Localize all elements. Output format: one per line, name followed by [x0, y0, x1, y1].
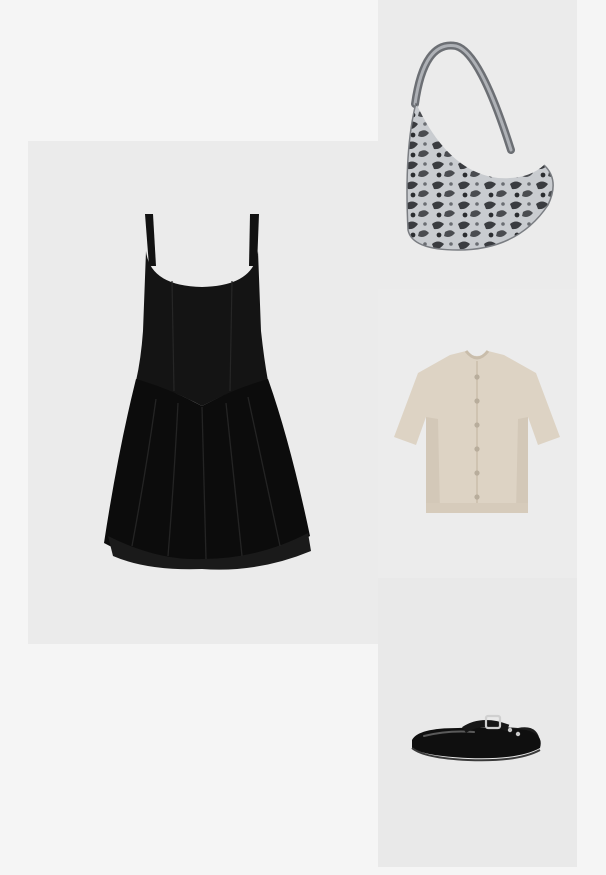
shoes-product-tile[interactable] — [378, 578, 577, 867]
bag-image — [406, 41, 554, 251]
outfit-board: { "board": { "background_color": "#f5f5f… — [0, 0, 606, 875]
cardigan-product-tile[interactable] — [378, 289, 577, 578]
dress-product-tile[interactable] — [28, 141, 378, 644]
dress-image — [104, 214, 311, 570]
cardigan-image — [394, 350, 560, 513]
shoes-image — [411, 714, 541, 762]
bag-product-tile[interactable] — [378, 0, 577, 289]
